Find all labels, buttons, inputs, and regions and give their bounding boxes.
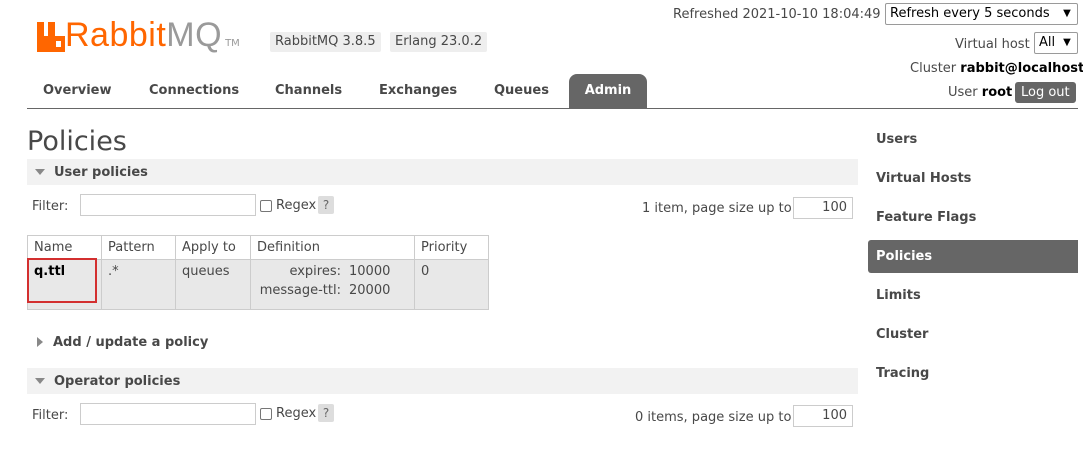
operator-policies-label: Operator policies <box>54 373 181 389</box>
column-header-priority[interactable]: Priority <box>414 235 489 260</box>
tab-admin[interactable]: Admin <box>569 74 647 108</box>
tab-connections[interactable]: Connections <box>149 83 239 98</box>
rabbit-logo-icon <box>37 22 65 52</box>
operator-policies-regex-label: Regex <box>276 406 317 421</box>
tab-queues[interactable]: Queues <box>494 83 549 98</box>
virtual-host-label: Virtual host <box>955 37 1030 52</box>
logo-trademark: TM <box>225 38 240 49</box>
user-info: User root <box>948 85 1012 100</box>
user-policies-filter-label: Filter: <box>32 199 69 214</box>
definition-key: message-ttl: <box>259 283 341 298</box>
column-header-definition[interactable]: Definition <box>250 235 415 260</box>
definition-value: 20000 <box>349 283 391 298</box>
refresh-interval-value: Refresh every 5 seconds <box>890 6 1050 21</box>
chevron-down-icon: ▼ <box>1063 8 1071 19</box>
refresh-interval-select[interactable]: Refresh every 5 seconds ▼ <box>885 3 1078 25</box>
definition-key: expires: <box>289 264 341 279</box>
sidebar-item-virtual-hosts[interactable]: Virtual Hosts <box>868 162 1078 195</box>
sidebar-item-limits[interactable]: Limits <box>868 279 1078 312</box>
triangle-down-icon <box>35 169 45 175</box>
sidebar-item-policies[interactable]: Policies <box>868 240 1078 273</box>
cluster-label: Cluster <box>910 61 957 76</box>
user-policies-pagination-text: 1 item, page size up to <box>642 201 792 216</box>
column-header-apply-to[interactable]: Apply to <box>175 235 251 260</box>
user-label: User <box>948 85 978 100</box>
sidebar-item-cluster[interactable]: Cluster <box>868 318 1078 351</box>
tab-overview[interactable]: Overview <box>43 83 112 98</box>
user-policies-label: User policies <box>54 164 148 180</box>
add-update-policy-toggle[interactable]: Add / update a policy <box>27 329 208 355</box>
table-header-row: Name Pattern Apply to Definition Priorit… <box>27 235 489 260</box>
highlight-box <box>27 258 97 303</box>
operator-policies-filter-input[interactable] <box>80 403 256 425</box>
tab-divider <box>27 108 1078 109</box>
sidebar-item-feature-flags[interactable]: Feature Flags <box>868 201 1078 234</box>
user-policies-page-size-input[interactable]: 100 <box>793 197 853 219</box>
operator-policies-regex-checkbox[interactable] <box>260 408 272 420</box>
cluster-info: Cluster rabbit@localhost <box>910 61 1083 76</box>
user-policies-section-header[interactable]: User policies <box>27 159 858 185</box>
cluster-name: rabbit@localhost <box>960 61 1083 76</box>
user-policies-regex-label: Regex <box>276 198 317 213</box>
tab-channels[interactable]: Channels <box>275 83 342 98</box>
policy-definition-cell: expires: 10000 message-ttl: 20000 <box>250 259 415 310</box>
definition-row: expires: 10000 <box>255 262 394 281</box>
sidebar-item-users[interactable]: Users <box>868 123 1078 156</box>
policy-apply-to-cell: queues <box>175 259 251 310</box>
help-icon[interactable]: ? <box>318 404 334 422</box>
policy-priority-cell: 0 <box>414 259 489 310</box>
column-header-pattern[interactable]: Pattern <box>101 235 176 260</box>
chevron-down-icon: ▼ <box>1063 37 1071 48</box>
user-policies-regex-checkbox[interactable] <box>260 200 272 212</box>
triangle-down-icon <box>35 378 45 384</box>
virtual-host-value: All <box>1039 35 1056 50</box>
help-icon[interactable]: ? <box>318 196 334 214</box>
page-title: Policies <box>27 126 127 157</box>
operator-policies-section-header[interactable]: Operator policies <box>27 368 858 394</box>
definition-row: message-ttl: 20000 <box>255 281 394 300</box>
definition-value: 10000 <box>349 264 391 279</box>
operator-policies-pagination-text: 0 items, page size up to <box>635 410 792 425</box>
sidebar-item-tracing[interactable]: Tracing <box>868 357 1078 390</box>
refreshed-timestamp: Refreshed 2021-10-10 18:04:49 <box>673 7 881 22</box>
add-update-policy-label: Add / update a policy <box>53 334 209 350</box>
user-name: root <box>981 85 1013 100</box>
logo-wordmark: RabbitMQ <box>65 16 223 54</box>
triangle-right-icon <box>37 337 43 347</box>
column-header-name[interactable]: Name <box>27 235 102 260</box>
policy-pattern-cell: .* <box>101 259 176 310</box>
definition-table: expires: 10000 message-ttl: 20000 <box>255 262 394 300</box>
virtual-host-select[interactable]: All ▼ <box>1034 32 1078 54</box>
operator-policies-page-size-input[interactable]: 100 <box>793 405 853 427</box>
user-policies-filter-input[interactable] <box>80 194 256 216</box>
operator-policies-filter-label: Filter: <box>32 408 69 423</box>
rabbitmq-logo[interactable]: RabbitMQ TM <box>37 12 240 52</box>
erlang-version-badge: Erlang 23.0.2 <box>390 32 488 52</box>
rabbitmq-version-badge: RabbitMQ 3.8.5 <box>270 32 381 52</box>
logout-button[interactable]: Log out <box>1015 82 1076 103</box>
tab-exchanges[interactable]: Exchanges <box>379 83 457 98</box>
